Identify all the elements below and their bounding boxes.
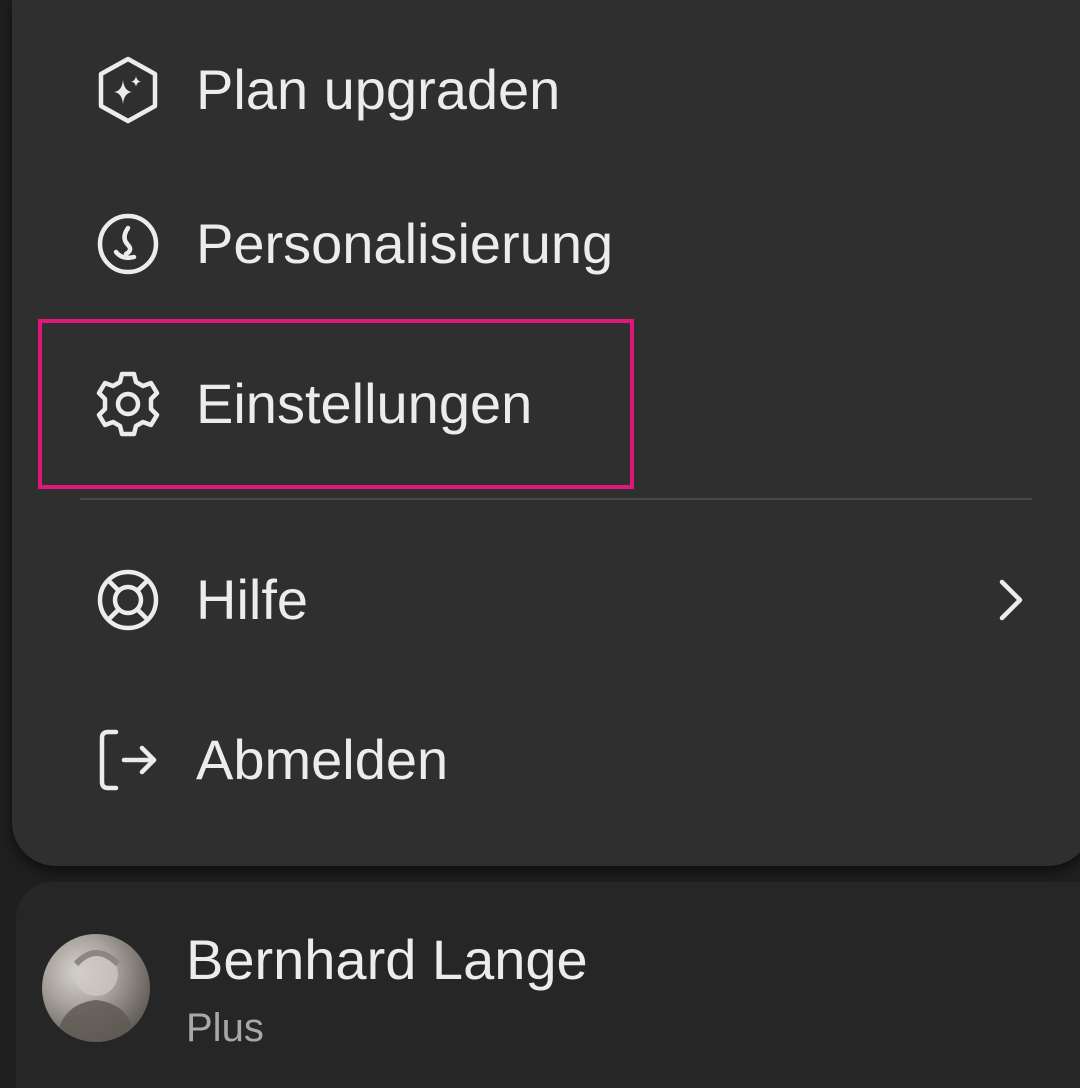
menu-item-logout[interactable]: Abmelden [12,700,1080,820]
user-avatar [42,934,150,1042]
settings-highlight-box [38,319,634,489]
user-plan: Plus [186,1006,264,1050]
user-name: Bernhard Lange [186,928,588,991]
menu-item-personalization[interactable]: Personalisierung [12,184,1080,304]
menu-item-label: Plan upgraden [196,58,561,121]
menu-item-label: Hilfe [196,568,309,631]
menu-item-help[interactable]: Hilfe [12,540,1080,660]
chevron-right-icon [992,572,1032,628]
menu-item-label: Personalisierung [196,212,614,275]
logout-icon [88,720,168,800]
menu-item-upgrade-plan[interactable]: Plan upgraden [12,30,1080,150]
account-button[interactable]: Bernhard Lange Plus [16,882,1080,1088]
upgrade-sparkle-icon [88,50,168,130]
menu-item-label: Abmelden [196,728,449,791]
personalization-icon [88,204,168,284]
menu-divider [80,498,1032,500]
lifebuoy-icon [88,560,168,640]
